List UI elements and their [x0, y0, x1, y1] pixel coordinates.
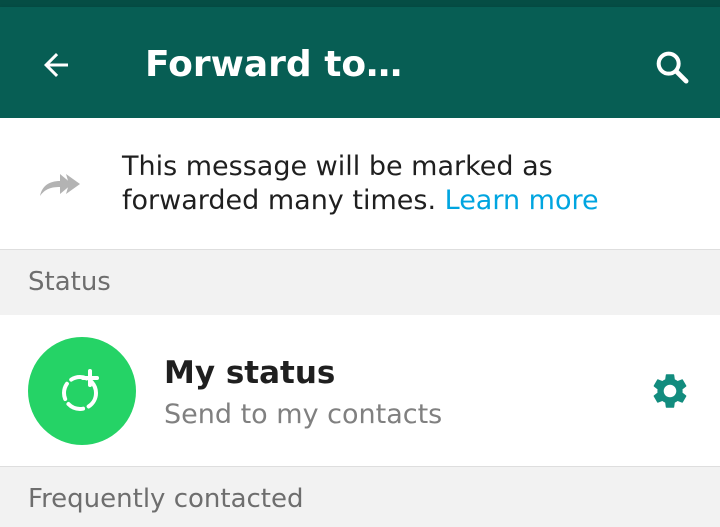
section-header-frequent: Frequently contacted [0, 467, 720, 527]
system-status-bar [0, 0, 720, 7]
search-icon [656, 51, 689, 84]
forwarded-notice: This message will be marked as forwarded… [0, 118, 720, 250]
app-bar: Forward to… [0, 7, 720, 118]
search-button[interactable] [646, 41, 698, 93]
learn-more-link[interactable]: Learn more [445, 185, 599, 216]
my-status-subtitle: Send to my contacts [164, 399, 443, 430]
section-header-label: Status [28, 267, 111, 297]
double-forward-arrow-icon [40, 174, 80, 196]
gear-icon [653, 374, 687, 408]
my-status-avatar [28, 337, 136, 445]
notice-text: This message will be marked as forwarded… [122, 150, 692, 218]
my-status-row[interactable]: My status Send to my contacts [0, 315, 720, 467]
page-title: Forward to… [145, 44, 403, 85]
status-privacy-settings-button[interactable] [644, 365, 696, 417]
back-button[interactable] [32, 41, 80, 89]
section-header-status: Status [0, 250, 720, 315]
my-status-title: My status [164, 355, 336, 391]
arrow-left-icon [44, 53, 68, 77]
section-header-label: Frequently contacted [28, 484, 304, 514]
status-add-icon [62, 369, 99, 411]
